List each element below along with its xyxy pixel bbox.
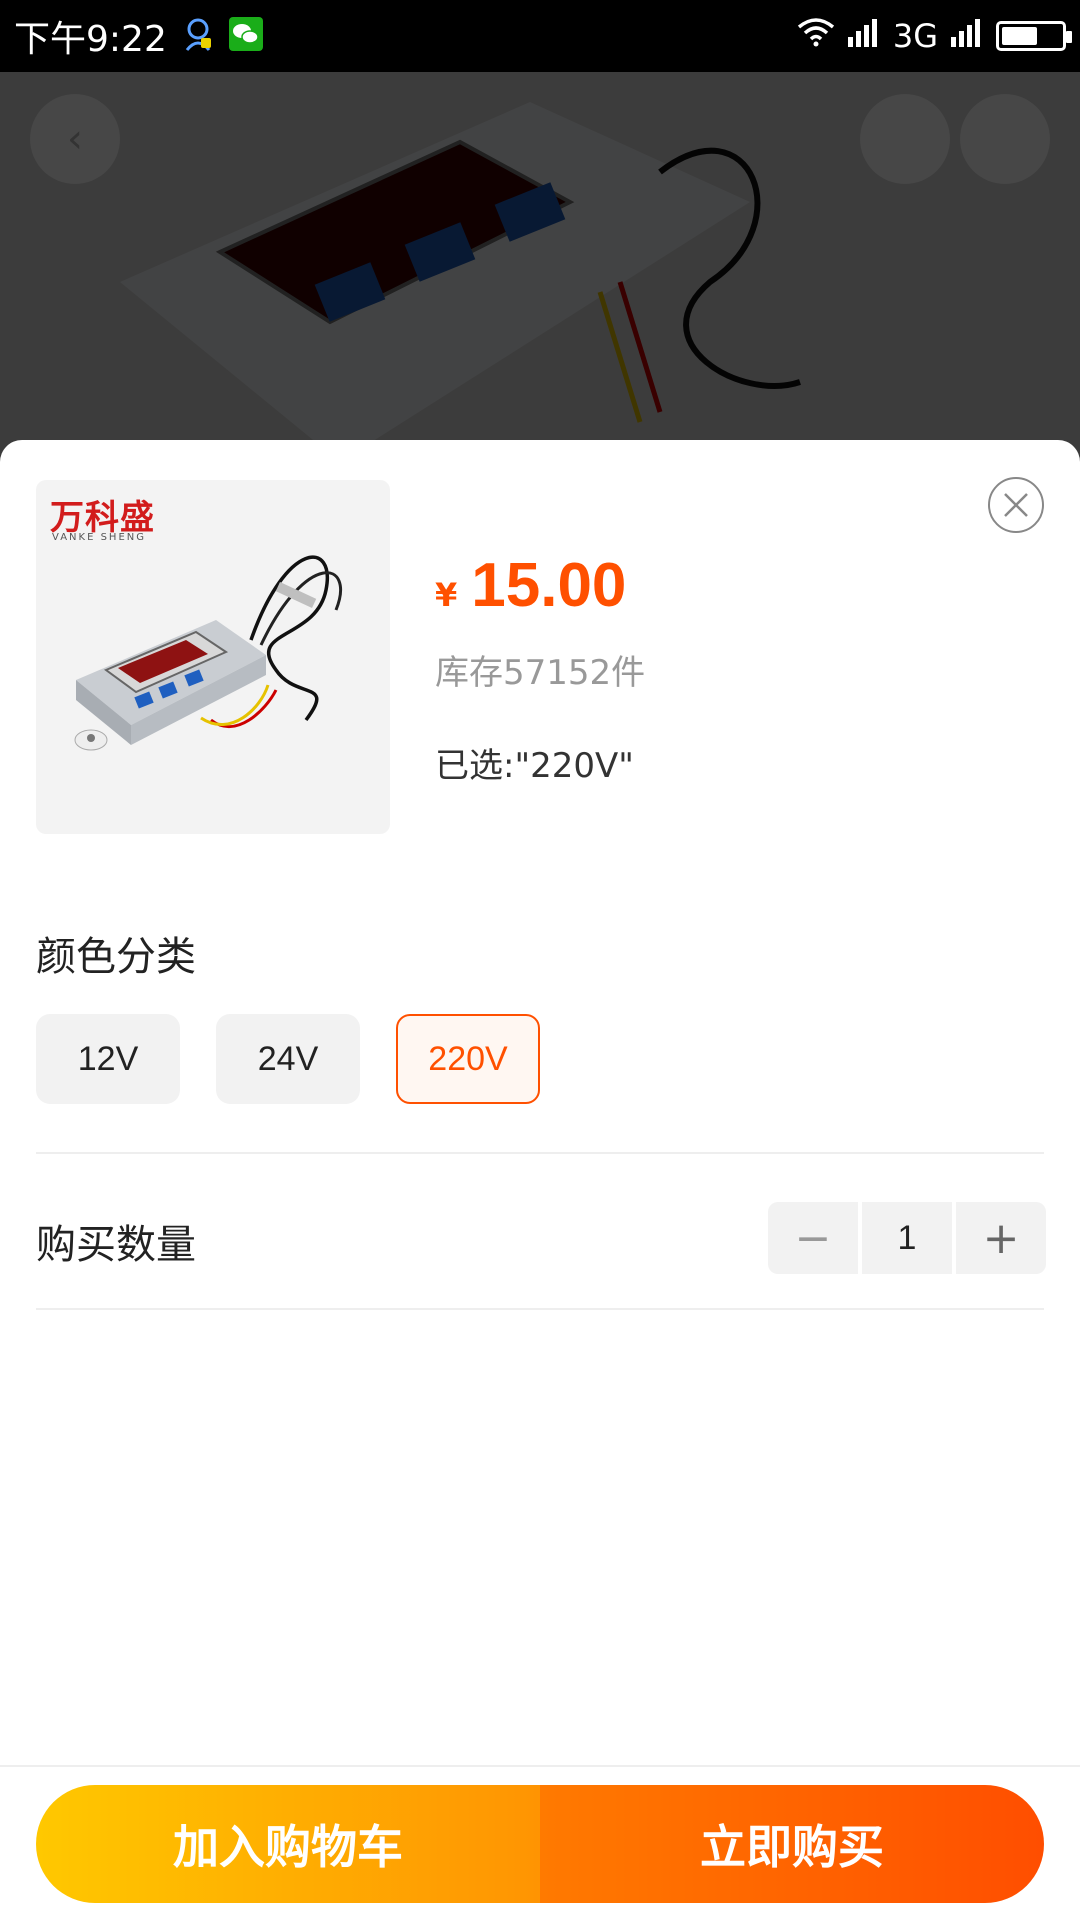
stock-count: 库存57152件 [435,653,646,693]
quantity-decrease-button[interactable]: − [768,1202,858,1274]
variant-options: 12V 24V 220V [36,1014,540,1104]
currency-symbol: ¥ [435,576,458,614]
network-type: 3G [892,17,938,55]
signal-icon-2 [950,17,984,55]
cart-button-dimmed [860,94,950,184]
battery-icon [996,21,1072,51]
footer-divider [0,1765,1080,1767]
wifi-icon [797,17,835,55]
variant-option-12v[interactable]: 12V [36,1014,180,1104]
close-icon [1004,493,1028,517]
brand-logo-subtext: VANKE SHENG [52,532,146,543]
divider [36,1308,1044,1310]
product-thumbnail[interactable]: 万科盛 VANKE SHENG [36,480,390,834]
price-value: 15.00 [471,551,627,620]
quantity-increase-button[interactable]: + [956,1202,1046,1274]
close-button[interactable] [988,477,1044,533]
back-button-dimmed: ‹ [30,94,120,184]
buy-now-button[interactable]: 立即购买 [540,1785,1044,1903]
battery-fill [1002,27,1037,45]
action-bar: 加入购物车 立即购买 [36,1785,1044,1903]
variant-section-title: 颜色分类 [36,934,196,980]
signal-icon [847,17,881,55]
variant-option-24v[interactable]: 24V [216,1014,360,1104]
wechat-icon [228,17,263,55]
variant-option-220v[interactable]: 220V [396,1014,540,1104]
price: ¥ 15.00 [435,550,626,621]
quantity-stepper: − 1 + [768,1202,1046,1274]
status-time: 下午9:22 [14,19,167,60]
add-to-cart-button[interactable]: 加入购物车 [36,1785,540,1903]
quantity-label: 购买数量 [36,1222,196,1268]
sku-selection-sheet: 万科盛 VANKE SHENG ¥ 15.00 库存57152件 已选:"220… [0,440,1080,1920]
notification-app-icon [183,16,213,56]
divider [36,1152,1044,1154]
selected-variant-text: 已选:"220V" [435,746,634,786]
status-bar: 下午9:22 3G [0,0,1080,72]
more-button-dimmed [960,94,1050,184]
quantity-input[interactable]: 1 [862,1202,952,1274]
